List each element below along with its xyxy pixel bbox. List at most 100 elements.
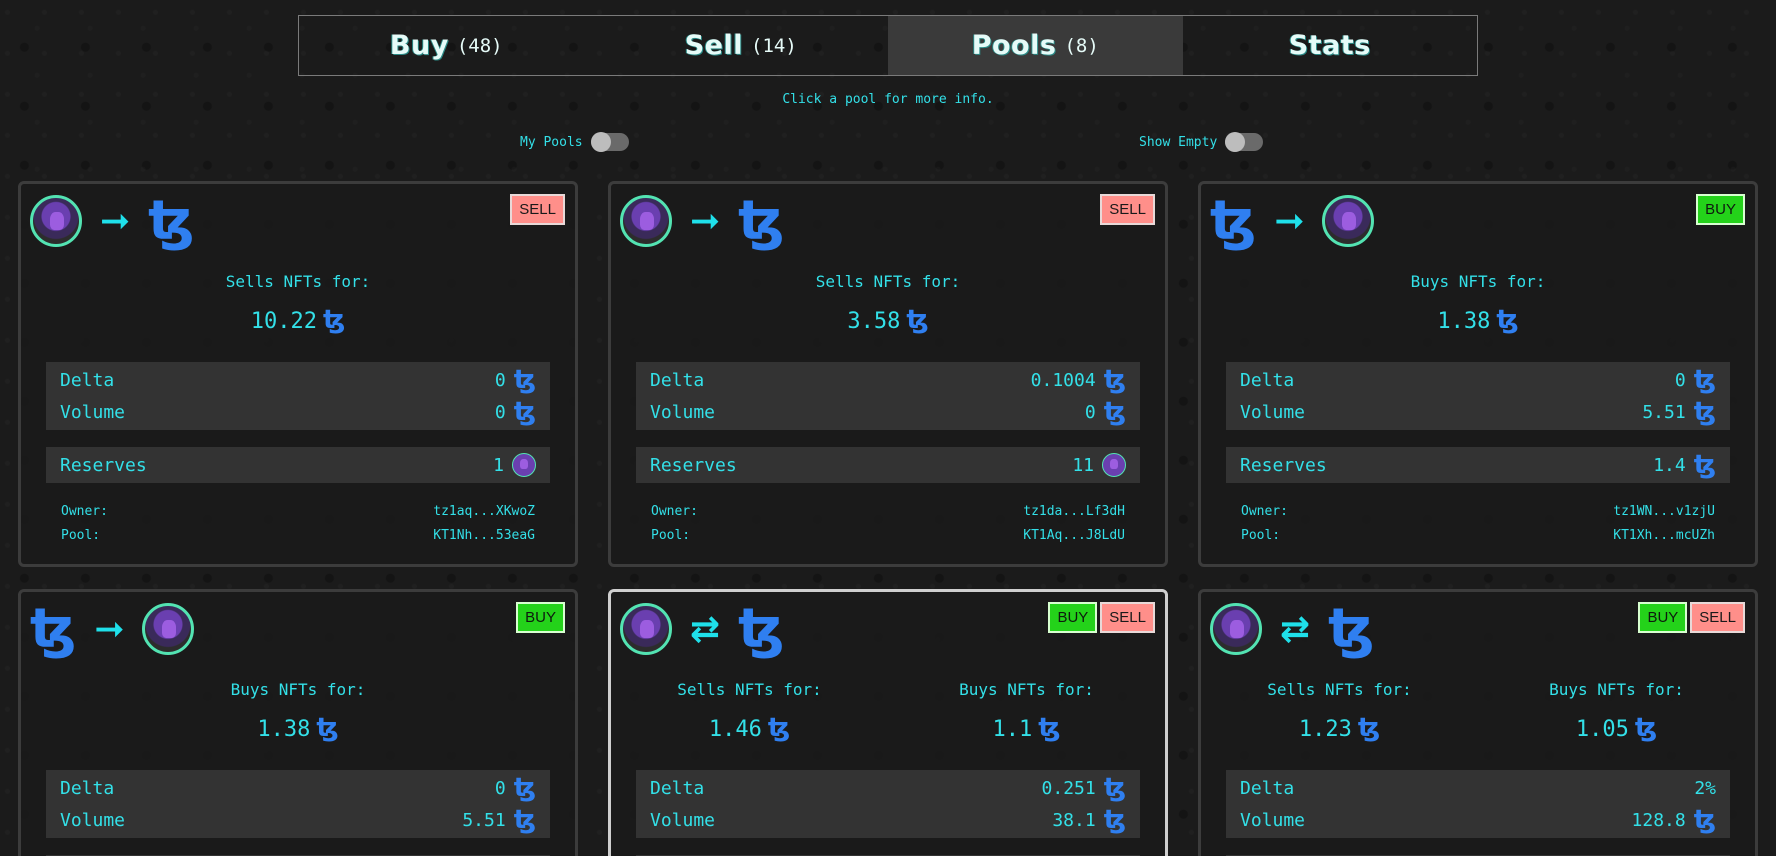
delta-volume-box: Delta 0.1004 ꜩ Volume 0 ꜩ xyxy=(636,362,1140,430)
sell-badge-button[interactable]: SELL xyxy=(1100,602,1155,633)
pool-card[interactable]: ⇄ ꜩ BUY SELL Sells NFTs for: 1.46 ꜩ Buys … xyxy=(608,589,1168,856)
swap-arrows-icon: ⇄ xyxy=(1280,608,1311,650)
delta-value: 0.251 ꜩ xyxy=(1041,773,1126,803)
tezos-icon: ꜩ xyxy=(1103,773,1126,803)
delta-volume-box: Delta 0 ꜩ Volume 5.51 ꜩ xyxy=(46,770,550,838)
tezos-icon: ꜩ xyxy=(1038,713,1061,743)
tab-stats[interactable]: Stats xyxy=(1183,16,1478,75)
pool-label: Pool: xyxy=(61,527,101,543)
show-empty-toggle[interactable] xyxy=(1225,132,1264,152)
tezos-icon: ꜩ xyxy=(1103,397,1126,427)
sell-price: 10.22 ꜩ xyxy=(250,305,346,335)
reserves-label: Reserves xyxy=(650,454,737,476)
buys-for-label: Buys NFTs for: xyxy=(230,680,366,699)
hint-text: Click a pool for more info. xyxy=(782,92,994,107)
buys-for-label: Buys NFTs for: xyxy=(959,680,1094,699)
tab-buy[interactable]: Buy (48) xyxy=(299,16,594,75)
owner-address: tz1aq...XKwoZ xyxy=(433,503,535,519)
sells-for-label: Sells NFTs for: xyxy=(225,272,371,291)
pool-label: Pool: xyxy=(1241,527,1281,543)
tab-pools[interactable]: Pools (8) xyxy=(888,16,1183,75)
tezos-icon: ꜩ xyxy=(1328,597,1375,660)
pool-direction: ➞ ꜩ xyxy=(620,193,784,249)
sell-badge-button[interactable]: SELL xyxy=(1690,602,1745,633)
reserves-value: 11 xyxy=(1072,453,1126,477)
nft-avatar-icon xyxy=(1322,195,1375,247)
tezos-icon: ꜩ xyxy=(1693,365,1716,395)
buy-price: 1.1 ꜩ xyxy=(992,713,1061,743)
delta-label: Delta xyxy=(1240,777,1295,799)
delta-label: Delta xyxy=(60,777,115,799)
tezos-icon: ꜩ xyxy=(738,597,785,660)
volume-value: 0ꜩ xyxy=(494,397,536,427)
pool-meta: Owner: tz1WN...v1zjU Pool: KT1Xh...mcUZh xyxy=(1241,499,1715,547)
buy-price: 1.38 ꜩ xyxy=(257,713,339,743)
toggle-knob xyxy=(1225,132,1246,152)
reserves-box: Reserves 11 xyxy=(636,447,1140,483)
delta-volume-box: Delta 0.251 ꜩ Volume 38.1 ꜩ xyxy=(636,770,1140,838)
delta-volume-box: Delta 0 ꜩ Volume 0 ꜩ xyxy=(46,362,550,430)
pool-card[interactable]: ꜩ ➞ BUY Buys NFTs for: 1.38 ꜩ Delta 0 ꜩ Vol… xyxy=(18,589,578,856)
arrow-right-icon: ➞ xyxy=(1274,200,1305,242)
sell-badge-button[interactable]: SELL xyxy=(1100,194,1155,225)
pool-card[interactable]: ➞ ꜩ SELL Sells NFTs for: 3.58 ꜩ Delta 0.10… xyxy=(608,181,1168,567)
volume-value: 38.1 ꜩ xyxy=(1052,805,1126,835)
tezos-icon: ꜩ xyxy=(738,189,785,252)
buy-badge-button[interactable]: BUY xyxy=(1638,602,1688,633)
tezos-icon: ꜩ xyxy=(1103,805,1126,835)
tab-sell-count: (14) xyxy=(751,34,797,57)
pool-card[interactable]: ➞ ꜩ SELL Sells NFTs for: 10.22 ꜩ Delta 0 ꜩ … xyxy=(18,181,578,567)
sell-badge-button[interactable]: SELL xyxy=(510,194,565,225)
pool-address: KT1Nh...53eaG xyxy=(433,527,535,543)
delta-value: 0ꜩ xyxy=(494,773,536,803)
tab-pools-count: (8) xyxy=(1064,34,1099,57)
sells-for-label: Sells NFTs for: xyxy=(1267,680,1412,699)
sell-price: 3.58 ꜩ xyxy=(847,305,929,335)
reserves-value: 1 xyxy=(493,453,536,477)
buys-for-label: Buys NFTs for: xyxy=(1410,272,1546,291)
tezos-icon: ꜩ xyxy=(513,397,536,427)
buy-badge-button[interactable]: BUY xyxy=(1048,602,1098,633)
arrow-right-icon: ➞ xyxy=(94,608,125,650)
delta-value: 2% xyxy=(1694,777,1716,799)
pool-direction: ➞ ꜩ xyxy=(30,193,194,249)
tezos-icon: ꜩ xyxy=(1693,450,1716,480)
buy-price: 1.05 ꜩ xyxy=(1575,713,1658,743)
tezos-icon: ꜩ xyxy=(316,713,339,743)
tab-sell[interactable]: Sell (14) xyxy=(594,16,889,75)
nft-avatar-icon xyxy=(620,603,672,655)
tezos-icon: ꜩ xyxy=(30,597,77,660)
delta-value: 0ꜩ xyxy=(1674,365,1716,395)
pool-meta: Owner: tz1da...Lf3dH Pool: KT1Aq...J8LdU xyxy=(651,499,1125,547)
sells-for-label: Sells NFTs for: xyxy=(677,680,822,699)
delta-label: Delta xyxy=(650,777,705,799)
pool-meta: Owner: tz1aq...XKwoZ Pool: KT1Nh...53eaG xyxy=(61,499,535,547)
tezos-icon: ꜩ xyxy=(906,305,929,335)
tezos-icon: ꜩ xyxy=(322,305,346,335)
buy-badge-button[interactable]: BUY xyxy=(516,602,565,633)
delta-volume-box: Delta 0 ꜩ Volume 5.51 ꜩ xyxy=(1226,362,1730,430)
volume-label: Volume xyxy=(60,401,126,423)
tezos-icon: ꜩ xyxy=(1634,713,1658,743)
reserves-box: Reserves 1.4 ꜩ xyxy=(1226,447,1730,483)
nft-avatar-icon xyxy=(1210,603,1262,655)
delta-label: Delta xyxy=(60,369,115,391)
tezos-icon: ꜩ xyxy=(1496,305,1519,335)
tezos-icon: ꜩ xyxy=(513,773,536,803)
tezos-icon: ꜩ xyxy=(767,713,791,743)
buy-price: 1.38 ꜩ xyxy=(1437,305,1519,335)
volume-label: Volume xyxy=(650,809,716,831)
owner-label: Owner: xyxy=(1241,503,1288,519)
tezos-icon: ꜩ xyxy=(148,189,195,252)
buy-badge-button[interactable]: BUY xyxy=(1696,194,1745,225)
reserves-value: 1.4 ꜩ xyxy=(1653,450,1716,480)
pool-direction: ⇄ ꜩ xyxy=(1210,601,1374,657)
volume-label: Volume xyxy=(1240,809,1306,831)
buys-for-label: Buys NFTs for: xyxy=(1549,680,1684,699)
pool-card[interactable]: ꜩ ➞ BUY Buys NFTs for: 1.38 ꜩ Delta 0 ꜩ Vol… xyxy=(1198,181,1758,567)
tezos-icon: ꜩ xyxy=(513,805,536,835)
my-pools-toggle[interactable] xyxy=(590,132,629,152)
pool-card[interactable]: ⇄ ꜩ BUY SELL Sells NFTs for: 1.23 ꜩ Buys … xyxy=(1198,589,1758,856)
sells-for-label: Sells NFTs for: xyxy=(815,272,961,291)
nft-avatar-icon xyxy=(512,453,536,477)
